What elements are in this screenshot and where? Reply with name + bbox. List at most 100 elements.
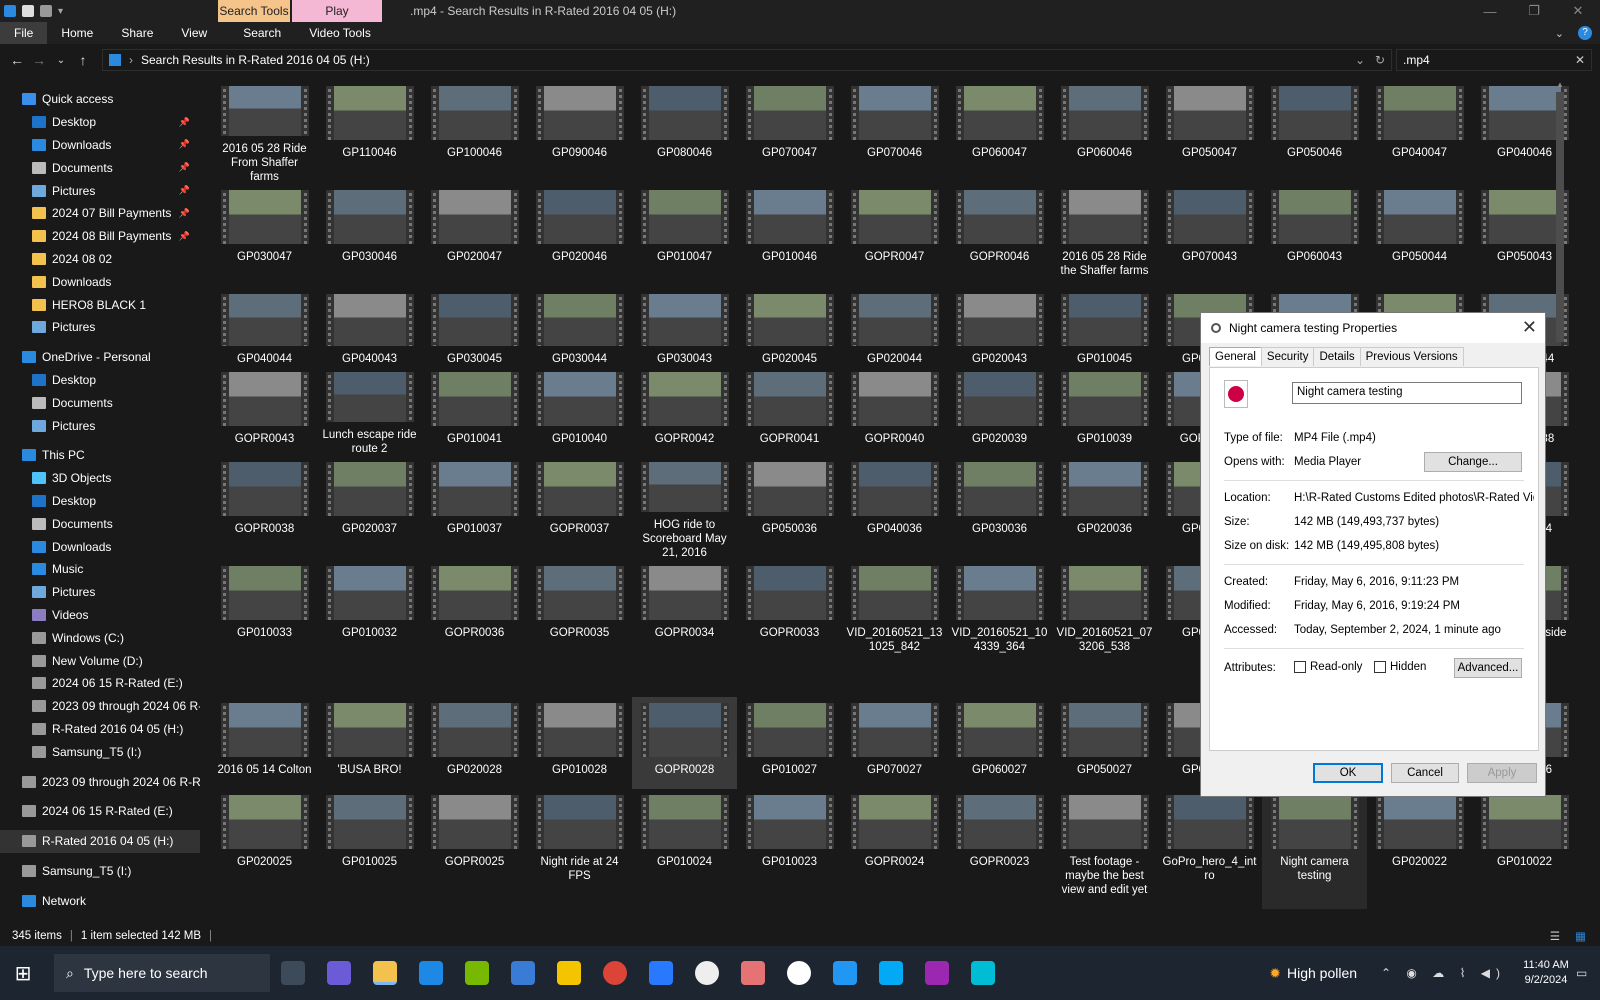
file-item[interactable]: GP020046 [527, 184, 632, 288]
file-item[interactable]: GP020045 [737, 288, 842, 366]
nav-item[interactable]: 2024 08 02 [0, 248, 200, 271]
nav-item[interactable]: 2023 09 through 2024 06 R-Ra [0, 695, 200, 718]
file-item[interactable]: GP020025 [212, 789, 317, 909]
filename-field[interactable]: Night camera testing [1292, 382, 1522, 404]
maximize-button[interactable]: ❐ [1512, 0, 1556, 22]
tab-general[interactable]: General [1209, 347, 1262, 366]
file-item[interactable]: Night camera testing [1262, 789, 1367, 909]
breadcrumb[interactable]: Search Results in R-Rated 2016 04 05 (H:… [141, 53, 370, 67]
file-item[interactable]: GP010032 [317, 560, 422, 697]
file-item[interactable]: 'BUSA BRO! [317, 697, 422, 789]
nav-item[interactable]: 2024 07 Bill Payments 📌 [0, 202, 200, 225]
notifications-icon[interactable]: ▭ [1576, 966, 1594, 980]
pin-icon[interactable]: 📌 [179, 208, 190, 219]
tab-video-tools[interactable]: Video Tools [295, 22, 385, 44]
file-item[interactable]: GP030046 [317, 184, 422, 288]
recent-locations-icon[interactable]: ⌄ [50, 55, 72, 66]
ok-button[interactable]: OK [1313, 763, 1383, 783]
file-item[interactable]: Night ride at 24 FPS [527, 789, 632, 909]
nav-item[interactable]: HERO8 BLACK 1 [0, 293, 200, 316]
file-item[interactable]: GP070043 [1157, 184, 1262, 288]
tab-details[interactable]: Details [1313, 347, 1361, 366]
forward-icon[interactable]: → [28, 52, 50, 68]
minimize-button[interactable]: — [1468, 0, 1512, 22]
nav-item[interactable]: Pictures 📌 [0, 179, 200, 202]
expand-ribbon-icon[interactable]: ⌄ [1555, 27, 1564, 40]
nav-item[interactable]: R-Rated 2016 04 05 (H:) [0, 718, 200, 741]
nav-item[interactable]: Music [0, 558, 200, 581]
file-item[interactable]: GOPR0023 [947, 789, 1052, 909]
nav-item[interactable]: This PC [0, 444, 200, 467]
nav-item[interactable]: Samsung_T5 (I:) [0, 740, 200, 763]
scrollbar-thumb[interactable] [1556, 92, 1564, 342]
file-item[interactable]: GP010041 [422, 366, 527, 456]
nav-item[interactable]: Pictures [0, 581, 200, 604]
tab-search[interactable]: Search [229, 22, 295, 44]
help-icon[interactable]: ? [1578, 26, 1592, 40]
task-view-icon[interactable] [281, 961, 305, 985]
nav-item[interactable]: Pictures [0, 414, 200, 437]
file-item[interactable]: GP080046 [632, 80, 737, 184]
file-item[interactable]: GOPR0043 [212, 366, 317, 456]
tab-share[interactable]: Share [107, 22, 167, 44]
file-item[interactable]: GP020043 [947, 288, 1052, 366]
close-button[interactable]: ✕ [1556, 0, 1600, 22]
nav-item[interactable]: Samsung_T5 (I:) [0, 860, 200, 883]
file-item[interactable]: GP020036 [1052, 456, 1157, 560]
nav-item[interactable]: OneDrive - Personal [0, 346, 200, 369]
pin-icon[interactable]: 📌 [179, 139, 190, 150]
file-item[interactable]: VID_20160521_104339_364 [947, 560, 1052, 697]
nav-item[interactable]: Desktop [0, 369, 200, 392]
file-item[interactable]: GP020022 [1367, 789, 1472, 909]
file-item[interactable]: GOPR0035 [527, 560, 632, 697]
file-item[interactable]: GP060027 [947, 697, 1052, 789]
file-item[interactable]: GOPR0028 [632, 697, 737, 789]
file-item[interactable]: 2016 05 28 Ride From Shaffer farms [212, 80, 317, 184]
file-item[interactable]: GP070046 [842, 80, 947, 184]
apply-button[interactable]: Apply [1467, 763, 1537, 783]
file-item[interactable]: GP020028 [422, 697, 527, 789]
nav-item[interactable]: R-Rated 2016 04 05 (H:) [0, 829, 200, 853]
file-explorer-icon[interactable] [373, 961, 397, 985]
file-item[interactable]: GP020037 [317, 456, 422, 560]
clear-search-icon[interactable]: ✕ [1575, 53, 1585, 67]
app-white-icon[interactable] [787, 961, 811, 985]
tab-play[interactable]: Play [292, 0, 382, 22]
file-item[interactable]: GP040044 [212, 288, 317, 366]
file-item[interactable]: 2016 05 14 Colton [212, 697, 317, 789]
large-icons-view-icon[interactable]: ▦ [1575, 929, 1586, 943]
nav-item[interactable]: Downloads 📌 [0, 134, 200, 157]
file-item[interactable]: Lunch escape ride route 2 [317, 366, 422, 456]
file-item[interactable]: GOPR0024 [842, 789, 947, 909]
mail-icon[interactable] [419, 961, 443, 985]
file-item[interactable]: GP010024 [632, 789, 737, 909]
file-item[interactable]: GP090046 [527, 80, 632, 184]
customize-toolbar-icon[interactable]: ▾ [58, 6, 63, 17]
nav-item[interactable]: Videos [0, 604, 200, 627]
file-item[interactable]: GP010040 [527, 366, 632, 456]
nav-item[interactable]: 3D Objects [0, 467, 200, 490]
file-item[interactable]: GP010045 [1052, 288, 1157, 366]
pin-icon[interactable]: 📌 [179, 185, 190, 196]
pin-icon[interactable]: 📌 [179, 117, 190, 128]
file-item[interactable]: GP030044 [527, 288, 632, 366]
nav-item[interactable]: Windows (C:) [0, 626, 200, 649]
file-item[interactable]: Test footage - maybe the best view and e… [1052, 789, 1157, 909]
tab-file[interactable]: File [0, 22, 48, 44]
system-tray-icons[interactable]: ⌃ ◉ ☁ ⌇ ◀) [1381, 966, 1506, 980]
nav-item[interactable]: Documents 📌 [0, 156, 200, 179]
app-circle-icon[interactable] [695, 961, 719, 985]
app-blue-icon[interactable] [649, 961, 673, 985]
app-red-icon[interactable] [741, 961, 765, 985]
nav-item[interactable]: New Volume (D:) [0, 649, 200, 672]
scroll-up-icon[interactable]: ▲ [1552, 80, 1568, 89]
nav-item[interactable]: Desktop 📌 [0, 111, 200, 134]
file-item[interactable]: GOPR0036 [422, 560, 527, 697]
nav-item[interactable]: 2024 06 15 R-Rated (E:) [0, 800, 200, 823]
file-item[interactable]: VID_20160521_131025_842 [842, 560, 947, 697]
app-purple-icon[interactable] [925, 961, 949, 985]
file-item[interactable]: GP050046 [1262, 80, 1367, 184]
file-item[interactable]: GP020039 [947, 366, 1052, 456]
file-item[interactable]: GOPR0047 [842, 184, 947, 288]
file-item[interactable]: GP010023 [737, 789, 842, 909]
